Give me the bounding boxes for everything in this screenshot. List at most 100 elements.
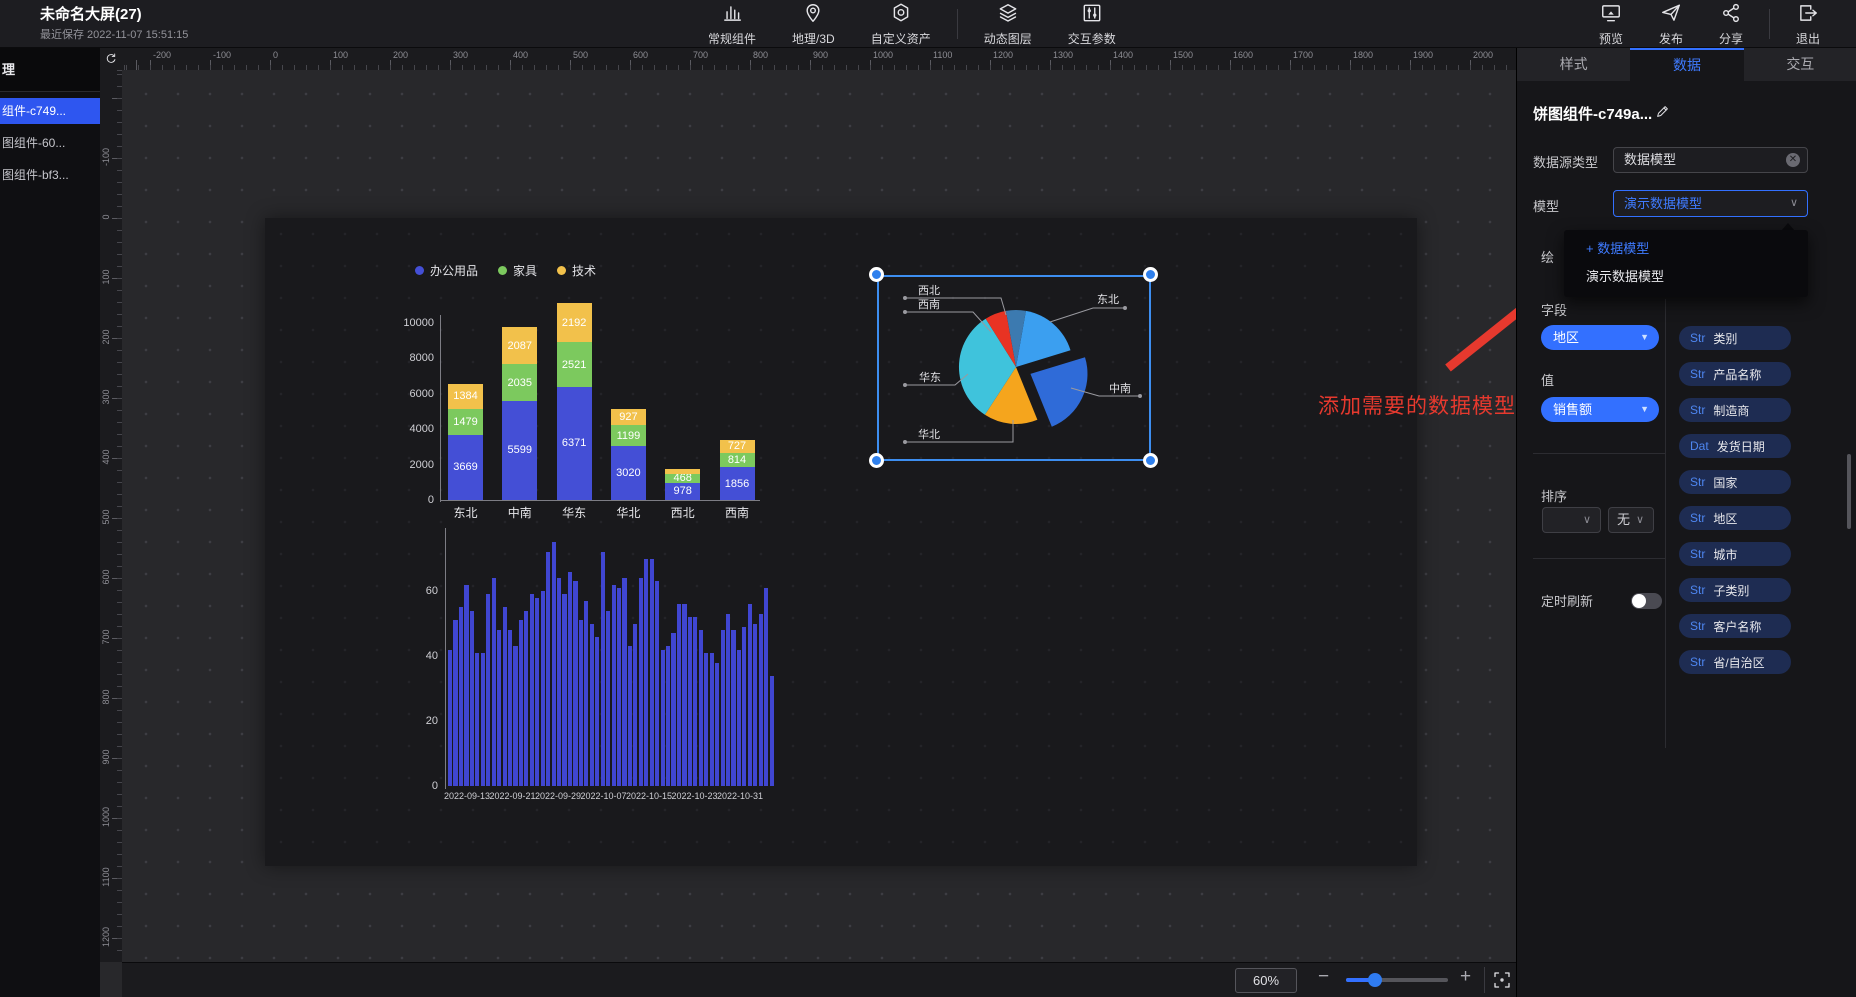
histogram-bar: [617, 588, 621, 786]
bar-segment: 927: [611, 409, 646, 425]
histogram-bar: [546, 552, 550, 786]
tool-layers[interactable]: 动态图层: [966, 0, 1050, 48]
action-preview[interactable]: 预览: [1581, 0, 1641, 48]
legend-item[interactable]: 办公用品: [415, 262, 478, 279]
sort-field-select[interactable]: ∨: [1542, 507, 1601, 533]
selection-handle[interactable]: [1143, 267, 1158, 282]
ruler-number: 1200: [101, 917, 111, 957]
selection-handle[interactable]: [1143, 453, 1158, 468]
zoom-slider[interactable]: [1346, 978, 1448, 982]
histogram-bar: [764, 588, 768, 786]
tool-bar-chart[interactable]: 常规组件: [690, 0, 774, 48]
hexagon-icon: [890, 2, 912, 29]
histogram-bar: [633, 624, 637, 787]
auto-refresh-toggle[interactable]: [1631, 593, 1662, 609]
selection-handle[interactable]: [869, 453, 884, 468]
zoom-out-button[interactable]: −: [1318, 966, 1329, 988]
field-pill[interactable]: Str类别: [1679, 326, 1791, 350]
datasource-type-input[interactable]: 数据模型 ✕: [1613, 147, 1808, 173]
tool-map-pin[interactable]: 地理/3D: [774, 0, 853, 48]
component-name: 饼图组件-c749a...: [1533, 103, 1651, 124]
tab-数据[interactable]: 数据: [1630, 48, 1743, 81]
chart-legend: 办公用品 家具 技术: [415, 262, 596, 279]
field-pill[interactable]: Str地区: [1679, 506, 1791, 530]
histogram-bar: [612, 585, 616, 787]
action-exit[interactable]: 退出: [1778, 0, 1838, 48]
field-pill[interactable]: Str城市: [1679, 542, 1791, 566]
tab-样式[interactable]: 样式: [1517, 48, 1630, 81]
zoom-slider-thumb[interactable]: [1368, 973, 1382, 987]
value-field-pill[interactable]: 销售额 ▼: [1541, 397, 1659, 422]
field-pill[interactable]: Dat发货日期: [1679, 434, 1791, 458]
legend-item[interactable]: 家具: [498, 262, 537, 279]
field-pill[interactable]: Str制造商: [1679, 398, 1791, 422]
y-tick-label: 2000: [400, 459, 434, 471]
action-publish[interactable]: 发布: [1641, 0, 1701, 48]
histogram-chart[interactable]: 02040602022-09-132022-09-212022-09-29202…: [410, 525, 790, 805]
layer-item[interactable]: 图组件-60...: [0, 130, 100, 156]
legend-item[interactable]: 技术: [557, 262, 596, 279]
add-data-model-option[interactable]: + 数据模型: [1586, 238, 1649, 257]
histogram-bar: [470, 611, 474, 787]
bar-segment: 5599: [502, 401, 537, 500]
canvas[interactable]: 0200040006000800010000366914791384东北5599…: [122, 70, 1516, 962]
histogram-bar: [492, 578, 496, 786]
ruler-number: 0: [273, 50, 278, 60]
tool-sliders[interactable]: 交互参数: [1050, 0, 1134, 48]
pie-chart-selected[interactable]: 东北中南华北华东西南西北: [875, 270, 1165, 470]
data-model-option[interactable]: 演示数据模型: [1586, 266, 1664, 285]
model-select[interactable]: 演示数据模型 ∨: [1613, 190, 1808, 217]
histogram-bar: [475, 653, 479, 786]
rename-pencil-icon[interactable]: [1655, 104, 1670, 124]
histogram-bar: [590, 624, 594, 787]
field-type-badge: Str: [1690, 583, 1705, 597]
x-category-label: 西北: [655, 504, 710, 521]
chevron-down-icon: ∨: [1583, 508, 1591, 532]
artboard[interactable]: 0200040006000800010000366914791384东北5599…: [265, 218, 1417, 866]
field-pill[interactable]: Str国家: [1679, 470, 1791, 494]
tool-label: 动态图层: [984, 30, 1032, 47]
histogram-bar: [661, 650, 665, 787]
field-type-badge: Str: [1690, 655, 1705, 669]
statusbar: 60% − +: [122, 962, 1516, 997]
ruler-number: 1600: [1233, 50, 1253, 60]
ruler-number: 500: [573, 50, 588, 60]
field-type-badge: Str: [1690, 403, 1705, 417]
stacked-bar-chart[interactable]: 0200040006000800010000366914791384东北5599…: [400, 256, 760, 516]
selection-handle[interactable]: [869, 267, 884, 282]
tool-hexagon[interactable]: 自定义资产: [853, 0, 949, 48]
layer-panel: 理 组件-c749...图组件-60...图组件-bf3...: [0, 48, 100, 997]
clear-icon[interactable]: ✕: [1786, 153, 1800, 167]
layer-item[interactable]: 图组件-bf3...: [0, 162, 100, 188]
legend-label: 技术: [572, 262, 596, 279]
field-pill[interactable]: Str省/自治区: [1679, 650, 1791, 674]
action-share[interactable]: 分享: [1701, 0, 1761, 48]
x-date-label: 2022-09-21: [490, 791, 536, 801]
layers-icon: [997, 2, 1019, 29]
action-label: 预览: [1599, 30, 1623, 47]
share-icon: [1720, 2, 1742, 29]
field-pill[interactable]: Str子类别: [1679, 578, 1791, 602]
field-pill[interactable]: Str产品名称: [1679, 362, 1791, 386]
tab-交互[interactable]: 交互: [1744, 48, 1856, 81]
dimension-field-pill[interactable]: 地区 ▼: [1541, 325, 1659, 350]
layer-item[interactable]: 组件-c749...: [0, 98, 100, 124]
bar-segment: 3669: [448, 435, 483, 500]
field-pill[interactable]: Str客户名称: [1679, 614, 1791, 638]
ruler-number: 1800: [1353, 50, 1373, 60]
ruler-number: 1100: [933, 50, 952, 60]
field-name: 客户名称: [1713, 618, 1761, 635]
field-list-scrollbar[interactable]: [1847, 454, 1851, 529]
histogram-bar: [753, 624, 757, 787]
ruler-number: 900: [101, 737, 111, 777]
ruler-number: 600: [101, 557, 111, 597]
fit-to-screen-button[interactable]: [1492, 970, 1512, 995]
histogram-bar: [535, 598, 539, 787]
ruler-reset-button[interactable]: [100, 48, 122, 70]
sort-order-select[interactable]: 无 ∨: [1608, 507, 1654, 533]
zoom-in-button[interactable]: +: [1460, 966, 1471, 988]
field-name: 类别: [1713, 330, 1737, 347]
zoom-level-input[interactable]: 60%: [1235, 968, 1297, 993]
field-name: 产品名称: [1713, 366, 1761, 383]
ruler-number: 2000: [1473, 50, 1493, 60]
